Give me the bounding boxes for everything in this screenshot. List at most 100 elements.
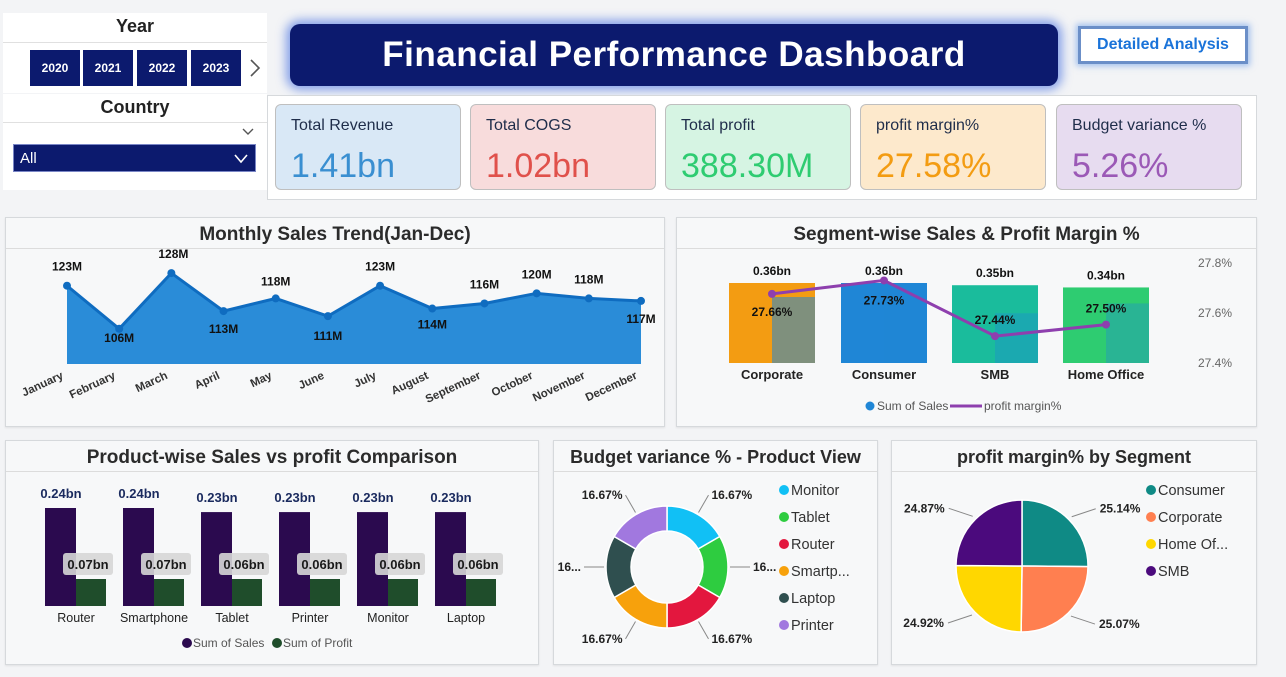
sales-point	[167, 269, 176, 278]
pie-leader	[1070, 615, 1096, 625]
monthly-sales-chart: 123M January 106M February 128M March 113M Apri…	[20, 248, 655, 406]
segment-sales-panel: Segment-wise Sales & Profit Margin % 0.3…	[676, 217, 1257, 427]
sales-point	[219, 307, 228, 316]
kpi-budget-variance: Budget variance % 5.26%	[1056, 104, 1242, 190]
donut-legend-label: Printer	[791, 618, 834, 634]
kpi-value: 388.30M	[681, 147, 814, 185]
kpi-value: 1.41bn	[291, 147, 395, 185]
profit-margin-label: 27.44%	[975, 313, 1016, 327]
donut-legend-marker	[779, 620, 789, 630]
legend-sales-marker	[182, 638, 192, 648]
kpi-label: profit margin%	[876, 117, 980, 134]
profit-margin-label: 27.50%	[1086, 302, 1127, 316]
product-sales-panel: Product-wise Sales vs profit Comparison …	[5, 440, 539, 665]
product-sales-label: 0.24bn	[118, 486, 159, 501]
product-sales-label: 0.23bn	[274, 490, 315, 505]
month-tick-label: August	[390, 370, 431, 398]
pie-leader	[948, 507, 973, 517]
month-tick-label: December	[584, 370, 640, 405]
product-sales-label: 0.23bn	[430, 490, 471, 505]
kpi-label: Total COGS	[486, 117, 572, 134]
donut-leader	[698, 494, 709, 513]
chevron-down-icon	[233, 152, 249, 170]
country-dropdown[interactable]: All	[13, 144, 256, 172]
dashboard-title-banner: Financial Performance Dashboard	[290, 24, 1058, 86]
sales-point	[480, 299, 489, 308]
year-button-2022[interactable]: 2022	[136, 49, 188, 87]
product-profit-bar	[154, 579, 184, 606]
profit-margin-point	[768, 289, 776, 298]
kpi-value: 1.02bn	[486, 147, 590, 185]
chevron-down-icon[interactable]	[241, 124, 255, 135]
product-tick-label: Tablet	[215, 611, 249, 625]
segment-tick-label: Corporate	[741, 367, 803, 382]
pie-leader	[1071, 508, 1096, 518]
pie-slice	[1020, 565, 1089, 633]
pie-legend-marker	[1146, 566, 1156, 576]
product-tick-label: Smartphone	[120, 611, 188, 625]
sales-point	[428, 304, 437, 313]
sales-point	[376, 281, 385, 290]
pie-legend-label: Consumer	[1158, 483, 1225, 499]
product-tick-label: Printer	[292, 611, 329, 625]
country-slicer-title: Country	[100, 97, 170, 117]
product-profit-label: 0.06bn	[379, 557, 420, 572]
sales-point	[584, 294, 593, 303]
sales-data-label: 128M	[158, 248, 188, 261]
country-slicer: Country	[3, 94, 267, 190]
profit-margin-label: 27.66%	[752, 305, 793, 319]
sales-point	[323, 312, 332, 321]
donut-legend-label: Router	[791, 537, 835, 553]
segment-sales-title: Segment-wise Sales & Profit Margin %	[793, 224, 1140, 245]
sales-data-label: 113M	[209, 322, 238, 336]
kpi-label: Budget variance %	[1072, 117, 1207, 134]
product-sales-label: 0.23bn	[196, 490, 237, 505]
segment-sales-label: 0.34bn	[1087, 268, 1125, 282]
detailed-analysis-button[interactable]: Detailed Analysis	[1078, 26, 1248, 64]
sales-point	[532, 289, 541, 298]
month-tick-label: February	[68, 370, 118, 402]
y2-tick-label: 27.8%	[1198, 256, 1232, 270]
profit-margin-line	[771, 278, 1107, 338]
year-button-2020[interactable]: 2020	[29, 49, 81, 87]
year-button-2023[interactable]: 2023	[190, 49, 242, 87]
kpi-total-profit: Total profit 388.30M	[665, 104, 851, 190]
segment-sales-chart: 0.36bn Corporate 0.36bn Consumer 0.35bn SMB 0.…	[729, 256, 1232, 413]
chevron-right-icon[interactable]	[248, 58, 262, 78]
product-profit-bar	[232, 579, 262, 606]
month-tick-label: March	[134, 370, 170, 395]
month-tick-label: July	[352, 370, 378, 391]
sales-data-label: 106M	[104, 331, 134, 345]
pie-slice	[955, 499, 1023, 567]
donut-data-label: 16.67%	[582, 632, 623, 646]
kpi-label: Total Revenue	[291, 117, 394, 134]
product-profit-label: 0.07bn	[67, 557, 108, 572]
kpi-label: Total profit	[681, 117, 755, 134]
sales-data-label: 120M	[522, 267, 552, 281]
profit-margin-point	[1102, 320, 1110, 329]
segment-tick-label: Home Office	[1068, 367, 1145, 382]
monthly-sales-title: Monthly Sales Trend(Jan-Dec)	[199, 224, 471, 245]
legend-sales-label: Sum of Sales	[877, 399, 948, 413]
year-button-2021[interactable]: 2021	[82, 49, 134, 87]
legend-profit-marker	[272, 638, 282, 648]
product-profit-label: 0.06bn	[301, 557, 342, 572]
sales-point	[63, 281, 71, 290]
donut-data-label: 16.67%	[712, 632, 753, 646]
monthly-sales-panel: Monthly Sales Trend(Jan-Dec) 123M January…	[5, 217, 665, 427]
segment-sales-label: 0.35bn	[976, 266, 1014, 280]
donut-legend-label: Laptop	[791, 591, 835, 607]
pie-data-label: 24.87%	[904, 501, 945, 515]
donut-legend-marker	[779, 593, 789, 603]
budget-variance-title: Budget variance % - Product View	[570, 447, 861, 467]
profit-margin-panel: profit margin% by Segment 25.14% 25.07% 24…	[891, 440, 1257, 665]
legend-sales-label: Sum of Sales	[193, 636, 264, 650]
segment-sales-overlay	[884, 299, 927, 363]
donut-leader	[698, 621, 709, 640]
sales-data-label: 123M	[365, 260, 395, 274]
month-tick-label: January	[20, 370, 66, 400]
profit-margin-point	[880, 276, 888, 285]
profit-margin-label: 27.73%	[864, 293, 905, 307]
donut-legend-marker	[779, 512, 789, 522]
sales-data-label: 118M	[574, 272, 603, 286]
